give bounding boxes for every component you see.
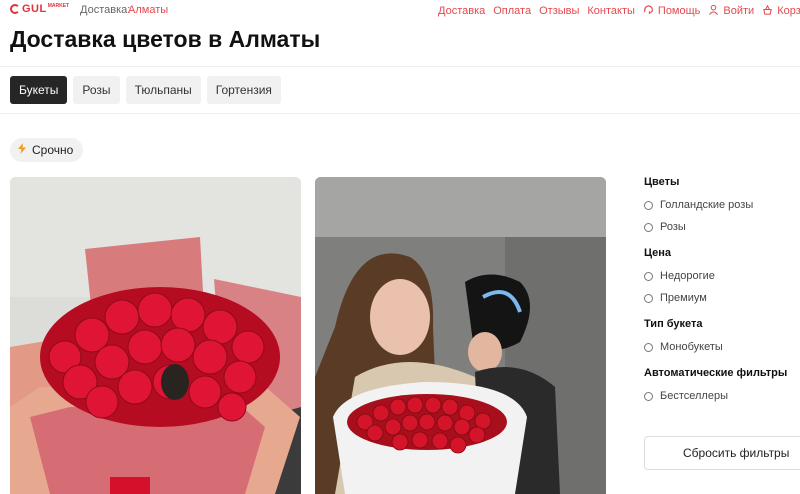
radio-button[interactable]	[644, 222, 653, 232]
filter-option-bestsellers[interactable]: Бестселлеры	[644, 390, 800, 402]
filter-option-label: Розы	[660, 221, 686, 233]
logo-text: GUL	[22, 3, 47, 15]
filter-group-title: Тип букета	[644, 318, 703, 330]
nav-payment-link[interactable]: Оплата	[493, 5, 531, 17]
logo[interactable]: GUL MARKET	[10, 3, 69, 15]
radio-button[interactable]	[644, 200, 653, 210]
tab-tulips[interactable]: Тюльпаны	[125, 76, 201, 104]
filter-option-cheap[interactable]: Недорогие	[644, 270, 800, 282]
top-bar: GUL MARKET Доставка: Алматы Доставка Опл…	[0, 0, 800, 20]
filter-group-flowers: Цветы Голландские розы Розы	[644, 176, 800, 233]
user-icon[interactable]	[708, 4, 719, 18]
logo-sup: MARKET	[47, 3, 70, 9]
lightning-icon	[18, 143, 26, 157]
filters-sidebar: Цветы Голландские розы Розы Цена Недорог…	[644, 176, 800, 416]
nav-login-link[interactable]: Войти	[723, 5, 754, 17]
reset-filters-button[interactable]: Сбросить фильтры	[644, 436, 800, 470]
nav-delivery-link[interactable]: Доставка	[438, 5, 485, 17]
radio-button[interactable]	[644, 391, 653, 401]
filter-group-title: Цветы	[644, 176, 680, 188]
delivery-label: Доставка:	[80, 4, 131, 16]
filter-option-dutch-roses[interactable]: Голландские розы	[644, 199, 800, 211]
filter-option-label: Монобукеты	[660, 341, 723, 353]
header-divider	[0, 66, 800, 67]
tabs-divider	[0, 113, 800, 114]
cart-icon[interactable]	[762, 4, 773, 18]
nav-contacts-link[interactable]: Контакты	[587, 5, 635, 17]
filter-option-mono[interactable]: Монобукеты	[644, 341, 800, 353]
filter-option-label: Премиум	[660, 292, 707, 304]
product-card[interactable]	[315, 177, 606, 494]
category-tabs: Букеты Розы Тюльпаны Гортензия	[10, 76, 287, 104]
filter-option-label: Бестселлеры	[660, 390, 728, 402]
filter-group-auto: Автоматические фильтры Бестселлеры	[644, 367, 800, 402]
radio-button[interactable]	[644, 293, 653, 303]
urgent-chip-label: Срочно	[32, 143, 74, 157]
product-image-woman-with-roses	[315, 177, 606, 494]
tab-bouquets[interactable]: Букеты	[10, 76, 68, 104]
radio-button[interactable]	[644, 342, 653, 352]
nav-help-link[interactable]: Помощь	[658, 5, 701, 17]
urgent-filter-chip[interactable]: Срочно	[10, 138, 84, 162]
tab-roses[interactable]: Розы	[73, 76, 120, 104]
help-icon[interactable]	[643, 4, 654, 18]
product-card[interactable]	[10, 177, 301, 494]
filter-option-label: Голландские розы	[660, 199, 754, 211]
filter-option-label: Недорогие	[660, 270, 715, 282]
nav-reviews-link[interactable]: Отзывы	[539, 5, 579, 17]
city-selector[interactable]: Алматы	[128, 4, 168, 16]
nav-cart-link[interactable]: Корзина (	[777, 5, 800, 17]
radio-button[interactable]	[644, 271, 653, 281]
tab-hydrangea[interactable]: Гортензия	[206, 76, 281, 104]
filter-group-title: Цена	[644, 247, 672, 259]
filter-option-roses[interactable]: Розы	[644, 221, 800, 233]
filter-option-premium[interactable]: Премиум	[644, 292, 800, 304]
filter-group-title: Автоматические фильтры	[644, 367, 788, 379]
product-image-bouquet	[10, 177, 301, 494]
logo-mark-icon	[10, 4, 20, 14]
top-nav: Доставка Оплата Отзывы Контакты Помощь В…	[438, 4, 800, 18]
page-title: Доставка цветов в Алматы	[10, 26, 321, 52]
filter-group-bouquet-type: Тип букета Монобукеты	[644, 318, 800, 353]
filter-group-price: Цена Недорогие Премиум	[644, 247, 800, 304]
